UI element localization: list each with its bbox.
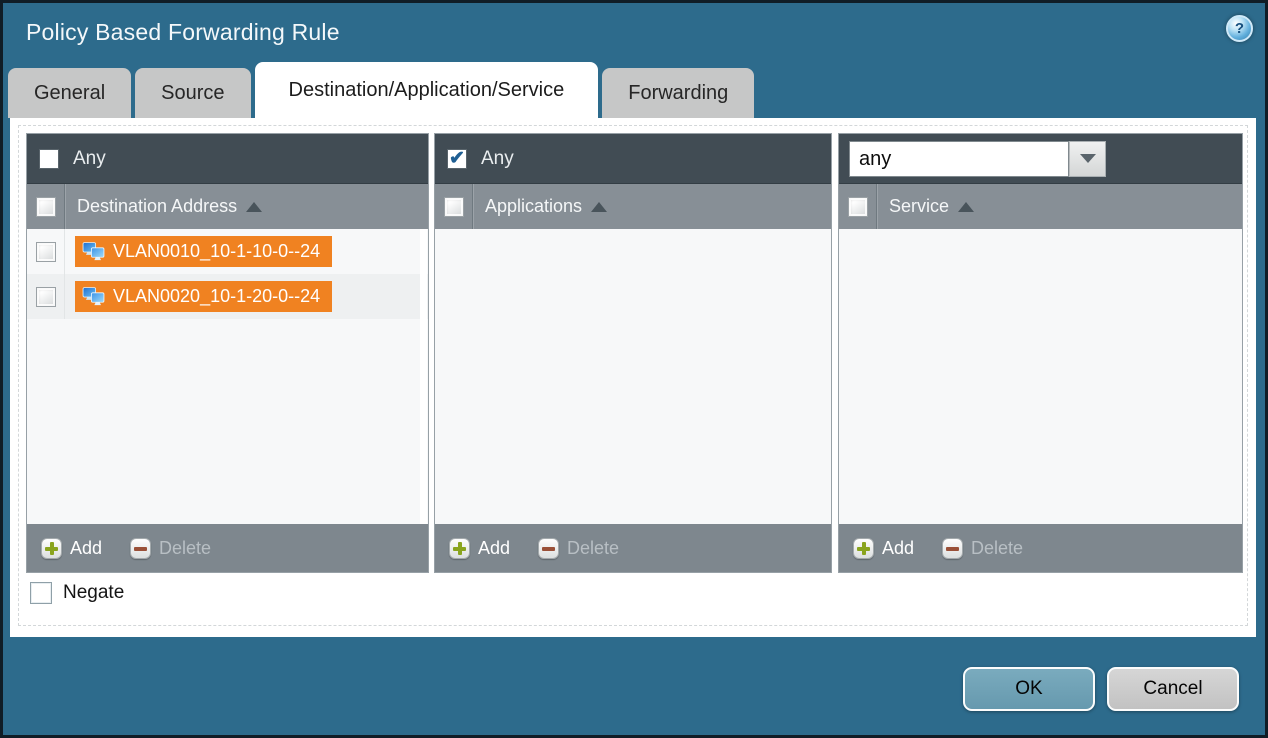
delete-button[interactable]: Delete (130, 538, 211, 559)
address-label: VLAN0020_10-1-20-0--24 (113, 286, 320, 307)
destination-any-checkbox[interactable] (39, 149, 59, 169)
cancel-button[interactable]: Cancel (1107, 667, 1239, 711)
help-glyph: ? (1235, 21, 1244, 36)
delete-button[interactable]: Delete (942, 538, 1023, 559)
add-label: Add (882, 538, 914, 559)
plus-icon (449, 538, 470, 559)
sort-asc-icon[interactable] (246, 202, 262, 212)
destination-address-list: VLAN0010_10-1-10-0--24 VLAN0020_10-1-20-… (27, 229, 428, 524)
sort-asc-icon[interactable] (591, 202, 607, 212)
applications-list (435, 229, 831, 524)
row-checkbox[interactable] (36, 287, 56, 307)
service-dropdown-button[interactable] (1069, 141, 1106, 177)
row-checkbox[interactable] (36, 242, 56, 262)
service-toolbar: Add Delete (839, 524, 1242, 572)
pbf-rule-dialog: Policy Based Forwarding Rule ? General S… (0, 0, 1268, 738)
scrollbar-track[interactable] (420, 229, 427, 524)
destination-toolbar: Add Delete (27, 524, 428, 572)
minus-icon (130, 538, 151, 559)
chevron-down-icon (1080, 154, 1096, 163)
tab-general[interactable]: General (8, 68, 131, 118)
delete-button[interactable]: Delete (538, 538, 619, 559)
applications-any-label: Any (481, 148, 514, 170)
tab-destination-application-service[interactable]: Destination/Application/Service (255, 62, 599, 118)
content-panel: Any Destination Address (10, 118, 1256, 637)
plus-icon (853, 538, 874, 559)
destination-address-header-label[interactable]: Destination Address (77, 196, 237, 217)
add-label: Add (478, 538, 510, 559)
minus-icon (942, 538, 963, 559)
service-dropdown: any (849, 141, 1106, 177)
sort-asc-icon[interactable] (958, 202, 974, 212)
table-row[interactable]: VLAN0010_10-1-10-0--24 (27, 229, 428, 274)
delete-label: Delete (971, 538, 1023, 559)
tab-bar: General Source Destination/Application/S… (8, 62, 754, 118)
address-chip[interactable]: VLAN0010_10-1-10-0--24 (75, 236, 332, 267)
service-select-all-checkbox[interactable] (848, 197, 868, 217)
applications-select-all-checkbox[interactable] (444, 197, 464, 217)
service-dropdown-value[interactable]: any (849, 141, 1069, 177)
destination-select-all-checkbox[interactable] (36, 197, 56, 217)
table-row[interactable]: VLAN0020_10-1-20-0--24 (27, 274, 428, 319)
service-list (839, 229, 1242, 524)
applications-any-bar: Any (435, 134, 831, 184)
destination-address-column: Any Destination Address (26, 133, 429, 573)
applications-header: Applications (435, 184, 831, 229)
delete-label: Delete (567, 538, 619, 559)
destination-address-header: Destination Address (27, 184, 428, 229)
network-icon (82, 287, 105, 306)
tab-source[interactable]: Source (135, 68, 250, 118)
service-column: any Service Add Delete (838, 133, 1243, 573)
add-button[interactable]: Add (853, 538, 914, 559)
help-icon[interactable]: ? (1226, 15, 1253, 42)
applications-header-label[interactable]: Applications (485, 196, 582, 217)
plus-icon (41, 538, 62, 559)
tab-forwarding[interactable]: Forwarding (602, 68, 754, 118)
network-icon (82, 242, 105, 261)
address-chip[interactable]: VLAN0020_10-1-20-0--24 (75, 281, 332, 312)
negate-checkbox[interactable] (30, 582, 52, 604)
service-header-label[interactable]: Service (889, 196, 949, 217)
destination-any-label: Any (73, 148, 106, 170)
negate-row: Negate (30, 582, 124, 604)
service-dropdown-bar: any (839, 134, 1242, 184)
negate-label: Negate (63, 582, 124, 604)
ok-button[interactable]: OK (963, 667, 1095, 711)
delete-label: Delete (159, 538, 211, 559)
service-header: Service (839, 184, 1242, 229)
dialog-title: Policy Based Forwarding Rule (26, 19, 340, 46)
destination-any-bar: Any (27, 134, 428, 184)
add-button[interactable]: Add (41, 538, 102, 559)
applications-any-checkbox[interactable] (447, 149, 467, 169)
applications-toolbar: Add Delete (435, 524, 831, 572)
applications-column: Any Applications Add Delete (434, 133, 832, 573)
minus-icon (538, 538, 559, 559)
address-label: VLAN0010_10-1-10-0--24 (113, 241, 320, 262)
add-label: Add (70, 538, 102, 559)
add-button[interactable]: Add (449, 538, 510, 559)
